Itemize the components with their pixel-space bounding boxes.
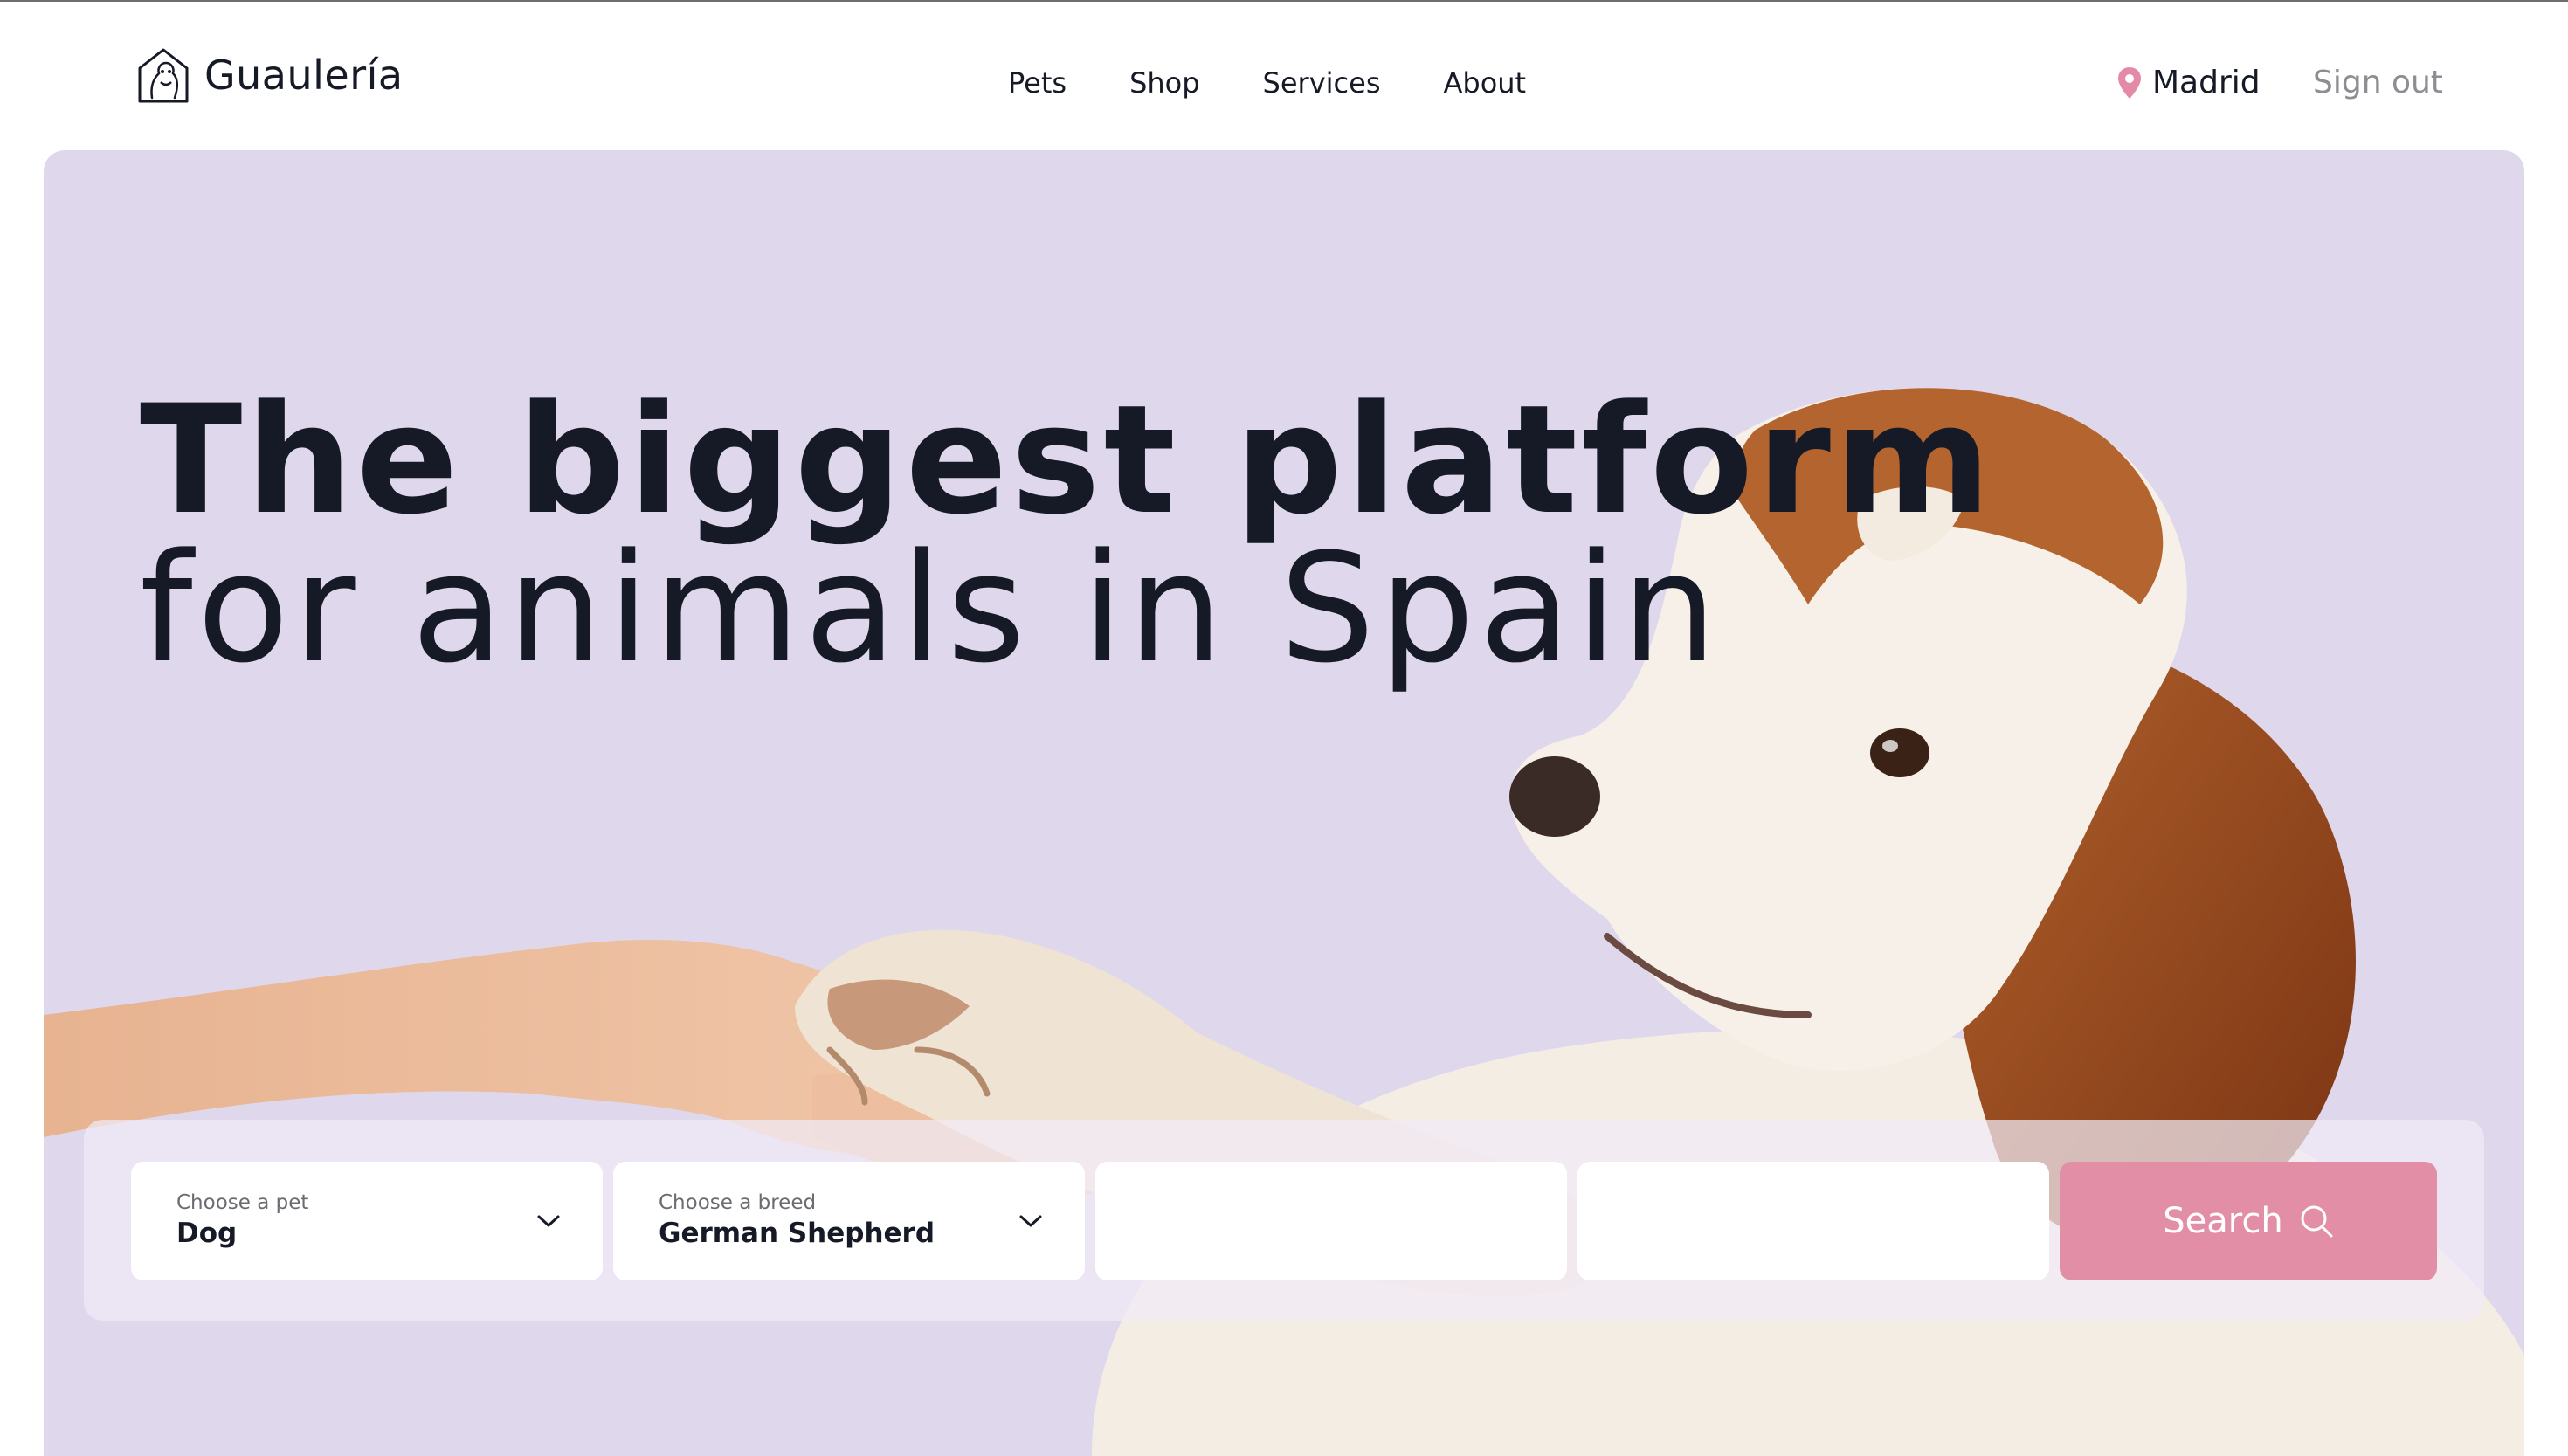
breed-select-value: German Shepherd <box>659 1218 935 1249</box>
chevron-down-icon <box>1019 1215 1042 1227</box>
search-button[interactable]: Search <box>2060 1162 2437 1280</box>
search-bar: Choose a pet Dog Choose a breed German S… <box>84 1120 2484 1321</box>
nav-about[interactable]: About <box>1443 66 1526 100</box>
pet-select-value: Dog <box>176 1218 238 1249</box>
hero-title: The biggest platform for animals in Spai… <box>140 372 1995 696</box>
pet-select[interactable]: Choose a pet Dog <box>131 1162 603 1280</box>
house-dog-icon <box>138 48 189 103</box>
main-nav: Pets Shop Services About <box>1008 66 1526 100</box>
search-field-4[interactable] <box>1577 1162 2049 1280</box>
hero-title-regular: for animals in Spain <box>140 521 1722 696</box>
search-button-label: Search <box>2163 1201 2283 1241</box>
brand-name: Guaulería <box>204 52 404 99</box>
pet-select-label: Choose a pet <box>176 1191 309 1214</box>
map-pin-icon <box>2118 66 2141 99</box>
hero: The biggest platform for animals in Spai… <box>44 150 2524 1456</box>
location-selector[interactable]: Madrid <box>2117 65 2261 100</box>
breed-select-label: Choose a breed <box>659 1191 817 1214</box>
search-field-3[interactable] <box>1095 1162 1567 1280</box>
location-label: Madrid <box>2152 65 2261 100</box>
hero-title-bold: The biggest platform <box>140 372 1995 548</box>
nav-pets[interactable]: Pets <box>1008 66 1067 100</box>
sign-out-link[interactable]: Sign out <box>2313 65 2443 100</box>
search-icon <box>2301 1205 2333 1238</box>
breed-select[interactable]: Choose a breed German Shepherd <box>613 1162 1085 1280</box>
nav-services[interactable]: Services <box>1263 66 1381 100</box>
chevron-down-icon <box>537 1215 560 1227</box>
nav-shop[interactable]: Shop <box>1129 66 1199 100</box>
logo[interactable]: Guaulería <box>136 47 404 103</box>
header: Guaulería Pets Shop Services About Madri… <box>0 2 2568 150</box>
